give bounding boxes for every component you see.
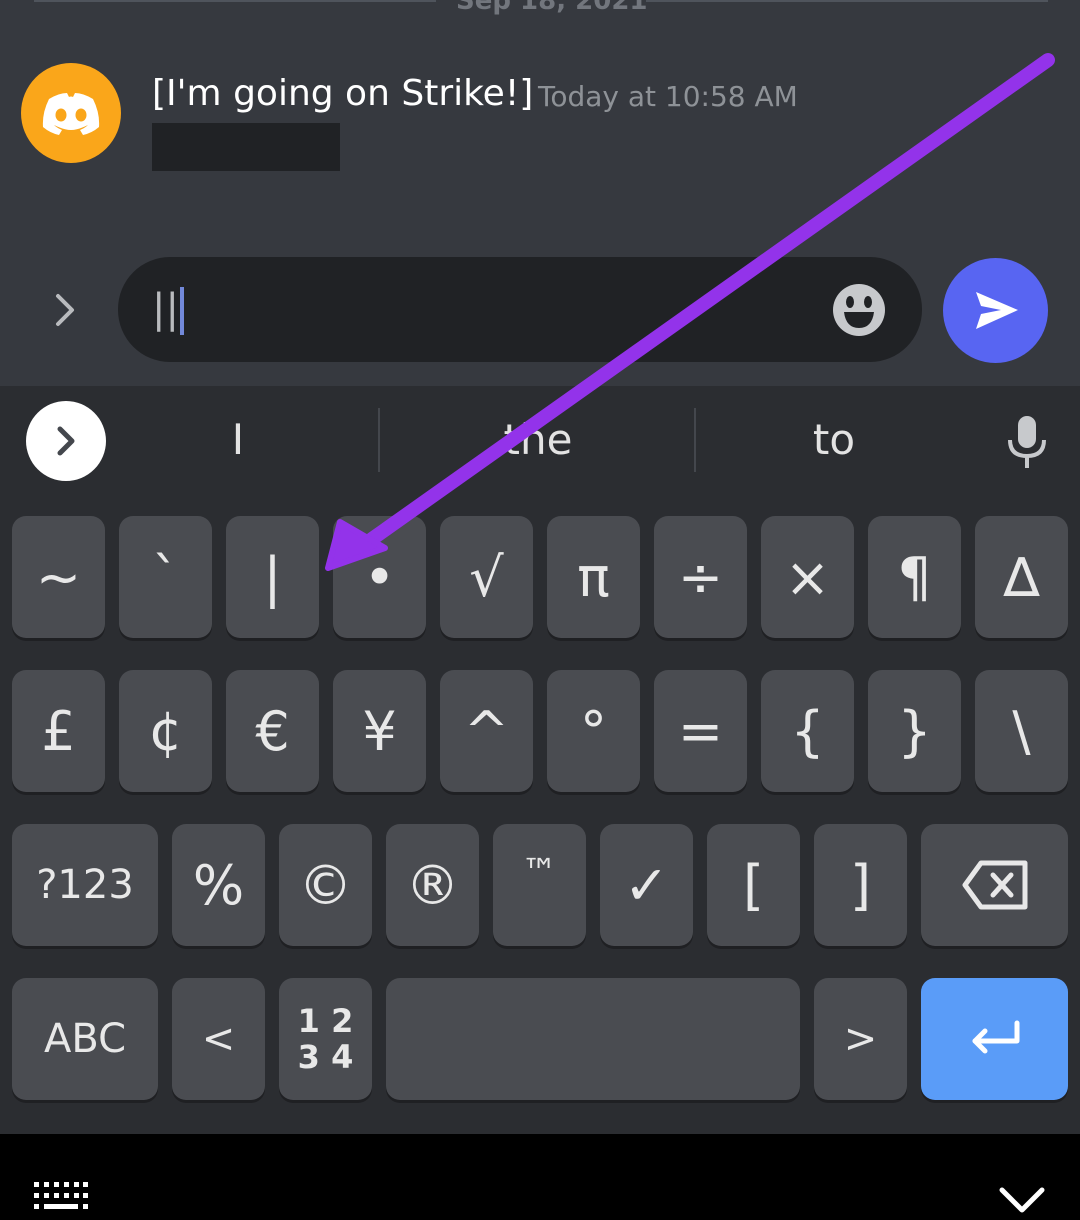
key-pi[interactable]: π bbox=[547, 516, 640, 638]
emoji-button[interactable] bbox=[829, 280, 889, 340]
input-text: || bbox=[152, 286, 179, 332]
key-sqrt[interactable]: √ bbox=[440, 516, 533, 638]
keyboard-grid-icon bbox=[34, 1182, 88, 1209]
avatar[interactable] bbox=[21, 63, 121, 163]
key-trademark[interactable]: ™ bbox=[493, 824, 586, 946]
text-caret bbox=[179, 287, 184, 335]
key-delta[interactable]: ∆ bbox=[975, 516, 1068, 638]
key-left-brace[interactable]: { bbox=[761, 670, 854, 792]
date-divider-left bbox=[34, 0, 436, 2]
keyboard-toolbar-expand-button[interactable] bbox=[26, 401, 106, 481]
message-author[interactable]: [I'm going on Strike!] bbox=[152, 70, 533, 118]
key-left-bracket[interactable]: [ bbox=[707, 824, 800, 946]
enter-key[interactable] bbox=[921, 978, 1068, 1100]
chat-area: Sep 18, 2021 [I'm going on Strike!] Toda… bbox=[0, 0, 1080, 386]
key-euro[interactable]: € bbox=[226, 670, 319, 792]
key-backslash[interactable]: \ bbox=[975, 670, 1068, 792]
key-symbols-toggle[interactable]: ?123 bbox=[12, 824, 158, 946]
key-multiply[interactable]: × bbox=[761, 516, 854, 638]
chevron-right-icon bbox=[57, 426, 75, 456]
discord-logo-icon bbox=[42, 93, 100, 135]
key-degree[interactable]: ° bbox=[547, 670, 640, 792]
key-bullet[interactable]: • bbox=[333, 516, 426, 638]
key-right-bracket[interactable]: ] bbox=[814, 824, 907, 946]
key-caret[interactable]: ^ bbox=[440, 670, 533, 792]
expand-actions-button[interactable] bbox=[44, 286, 88, 334]
key-registered[interactable]: ® bbox=[386, 824, 479, 946]
keyboard-switch-button[interactable] bbox=[34, 1182, 88, 1212]
message-timestamp: Today at 10:58 AM bbox=[538, 80, 798, 113]
soft-keyboard: I the to ~ ` | • √ π ÷ × ¶ ∆ £ ¢ € ¥ ^ °… bbox=[0, 386, 1080, 1134]
backspace-key[interactable] bbox=[921, 824, 1068, 946]
key-cent[interactable]: ¢ bbox=[119, 670, 212, 792]
chevron-down-icon bbox=[999, 1187, 1045, 1213]
suggestion-3[interactable]: to bbox=[696, 410, 972, 470]
message-input-value: || bbox=[152, 281, 184, 337]
send-button[interactable] bbox=[943, 258, 1048, 363]
key-pipe[interactable]: | bbox=[226, 516, 319, 638]
key-numpad-toggle[interactable]: 1 2 3 4 bbox=[279, 978, 372, 1100]
space-key[interactable] bbox=[386, 978, 800, 1100]
key-percent[interactable]: % bbox=[172, 824, 265, 946]
key-copyright[interactable]: © bbox=[279, 824, 372, 946]
key-pound[interactable]: £ bbox=[12, 670, 105, 792]
send-arrow-icon bbox=[976, 292, 1018, 329]
chevron-right-icon bbox=[56, 294, 74, 326]
key-less-than[interactable]: < bbox=[172, 978, 265, 1100]
key-right-brace[interactable]: } bbox=[868, 670, 961, 792]
key-tilde[interactable]: ~ bbox=[12, 516, 105, 638]
voice-input-button[interactable] bbox=[1004, 414, 1050, 470]
suggestion-1[interactable]: I bbox=[130, 410, 346, 470]
key-pilcrow[interactable]: ¶ bbox=[868, 516, 961, 638]
key-backtick[interactable]: ` bbox=[119, 516, 212, 638]
key-abc-toggle[interactable]: ABC bbox=[12, 978, 158, 1100]
suggestion-2[interactable]: the bbox=[380, 410, 696, 470]
key-divide[interactable]: ÷ bbox=[654, 516, 747, 638]
smiley-icon bbox=[833, 284, 885, 336]
message-input[interactable]: || bbox=[118, 257, 922, 362]
key-yen[interactable]: ¥ bbox=[333, 670, 426, 792]
key-equals[interactable]: = bbox=[654, 670, 747, 792]
date-divider-text: Sep 18, 2021 bbox=[456, 0, 648, 16]
key-checkmark[interactable]: ✓ bbox=[600, 824, 693, 946]
system-nav-bar bbox=[0, 1134, 1080, 1220]
redacted-message-content bbox=[152, 123, 340, 171]
enter-icon bbox=[972, 1020, 1019, 1054]
microphone-icon bbox=[1008, 416, 1046, 468]
backspace-icon bbox=[962, 860, 1027, 910]
date-divider-right bbox=[646, 0, 1048, 2]
key-greater-than[interactable]: > bbox=[814, 978, 907, 1100]
hide-keyboard-button[interactable] bbox=[999, 1186, 1045, 1214]
